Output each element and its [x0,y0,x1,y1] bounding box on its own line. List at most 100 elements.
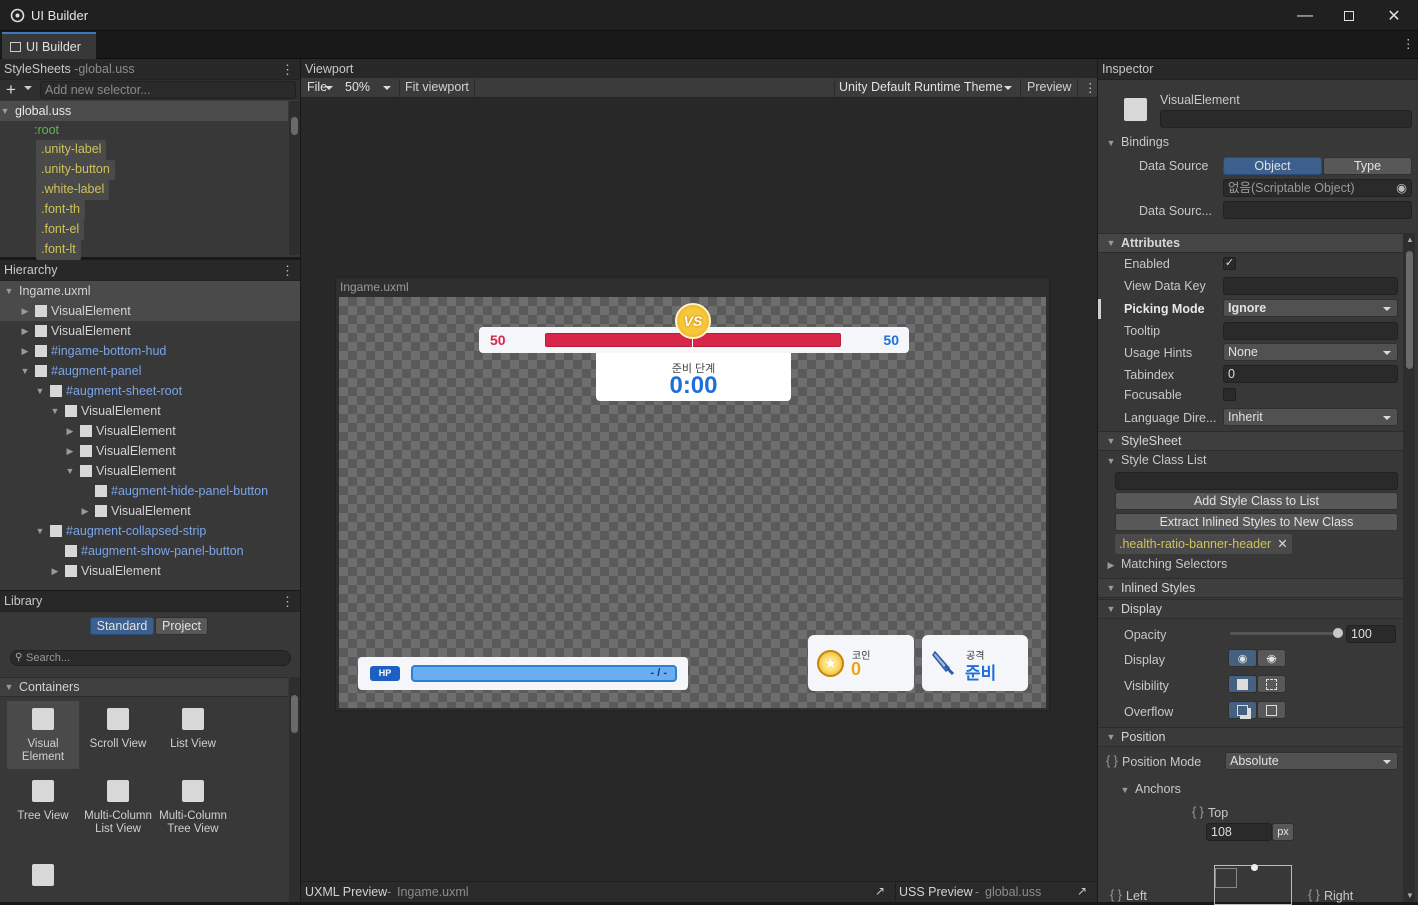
data-source-type-tab[interactable]: Type [1323,157,1412,175]
style-class-input[interactable] [1115,472,1398,490]
selector-font-el[interactable]: .font-el [36,220,85,240]
top-input[interactable]: 108 [1206,823,1272,841]
stylesheets-menu-icon[interactable]: ⋮ [281,62,294,78]
library-scrollbar[interactable] [289,677,300,902]
open-external-icon[interactable]: ↗ [875,884,885,898]
anchor-widget[interactable] [1214,864,1292,905]
file-menu[interactable]: File [303,79,339,97]
hierarchy-menu-icon[interactable]: ⋮ [281,263,294,279]
expand-arrow-icon[interactable]: ▼ [0,106,10,116]
data-source-object-tab[interactable]: Object [1223,157,1322,175]
selector-font-lt[interactable]: .font-lt [36,240,81,260]
view-data-key-input[interactable] [1223,277,1398,295]
tree-item[interactable]: ▼ #augment-collapsed-strip [0,521,300,541]
tabindex-input[interactable]: 0 [1223,365,1398,383]
extract-inlined-styles-button[interactable]: Extract Inlined Styles to New Class [1115,513,1398,531]
game-canvas[interactable]: 50 50 VS 준비 단계 0:00 HP - / - ★ 코인 0 공격 준… [339,297,1046,708]
open-external-icon[interactable]: ↗ [1077,884,1087,898]
minimize-button[interactable]: — [1282,0,1328,31]
window-menu-icon[interactable]: ⋮ [1402,36,1415,51]
data-source-path-input[interactable] [1223,201,1412,219]
opacity-input[interactable]: 100 [1346,625,1396,643]
library-tile-multi-column-tree-view[interactable]: Multi-Column Tree View [157,780,229,836]
tree-item[interactable]: ▶ VisualElement [0,301,300,321]
selector-unity-button[interactable]: .unity-button [36,160,115,180]
tree-item[interactable]: #augment-hide-panel-button [0,481,300,501]
library-tile-list-view[interactable]: List View [157,708,229,751]
visibility-hidden-button[interactable] [1257,675,1286,693]
maximize-button[interactable] [1326,0,1372,31]
remove-class-icon[interactable]: ✕ [1277,537,1287,551]
element-name-input[interactable] [1160,110,1412,128]
library-search-input[interactable]: ⚲ Search... [10,650,291,666]
uss-preview-title[interactable]: USS Preview [899,885,973,899]
tree-item[interactable]: ▶ VisualElement [0,441,300,461]
uxml-preview-title[interactable]: UXML Preview [305,885,387,899]
display-flex-button[interactable]: ◉ [1228,649,1257,667]
language-direction-dropdown[interactable]: Inherit [1223,408,1398,426]
picking-mode-dropdown[interactable]: Ignore [1223,299,1398,317]
tab-standard[interactable]: Standard [90,617,154,635]
enabled-checkbox[interactable]: ✓ [1223,257,1236,270]
add-stylesheet-icon[interactable]: + [6,80,16,100]
overflow-hidden-button[interactable] [1257,701,1286,719]
tree-item[interactable]: ▶ #ingame-bottom-hud [0,341,300,361]
class-tag[interactable]: .health-ratio-banner-header ✕ [1115,534,1292,554]
selector-input[interactable]: Add new selector... [40,81,296,99]
stylesheet-section[interactable]: ▼ StyleSheet [1098,431,1403,451]
matching-selectors-foldout[interactable]: ▶ Matching Selectors [1106,557,1228,571]
stylesheet-root-row[interactable]: ▼ global.uss [0,101,288,121]
object-picker-icon[interactable]: ◉ [1396,180,1407,196]
library-tile-multi-column-list-view[interactable]: Multi-Column List View [82,780,154,836]
tooltip-input[interactable] [1223,322,1398,340]
display-none-button[interactable]: ◉ [1257,649,1286,667]
library-tile-tree-view[interactable]: Tree View [7,780,79,823]
selector-font-th[interactable]: .font-th [36,200,85,220]
hierarchy-root[interactable]: ▼ Ingame.uxml [0,281,300,301]
opacity-slider[interactable] [1230,628,1343,638]
data-source-object-field[interactable]: 없음(Scriptable Object) ◉ [1223,179,1412,197]
theme-dropdown[interactable]: Unity Default Runtime Theme [834,79,1018,97]
top-unit-button[interactable]: px [1272,823,1294,841]
library-menu-icon[interactable]: ⋮ [281,594,294,610]
chevron-down-icon[interactable] [24,86,32,90]
tree-item[interactable]: ▼ VisualElement [0,401,300,421]
library-tile-more[interactable] [7,864,79,894]
inlined-styles-section[interactable]: ▼ Inlined Styles [1098,578,1403,598]
focusable-checkbox[interactable] [1223,388,1236,401]
inspector-scrollbar[interactable]: ▲ ▼ [1403,233,1415,902]
zoom-dropdown[interactable]: 50% [341,79,397,97]
tree-item[interactable]: ▶ VisualElement [0,421,300,441]
style-class-list-foldout[interactable]: ▼ Style Class List [1106,453,1207,467]
attributes-section[interactable]: ▼ Attributes [1098,233,1403,253]
visibility-visible-button[interactable] [1228,675,1257,693]
overflow-visible-button[interactable] [1228,701,1257,719]
usage-hints-dropdown[interactable]: None [1223,343,1398,361]
bindings-foldout[interactable]: ▼ Bindings [1106,135,1169,149]
viewport-menu-icon[interactable]: ⋮ [1084,80,1097,95]
selector-root[interactable]: :root [34,123,59,137]
display-section[interactable]: ▼ Display [1098,599,1403,619]
fit-viewport-button[interactable]: Fit viewport [399,79,475,97]
add-style-class-button[interactable]: Add Style Class to List [1115,492,1398,510]
tree-item[interactable]: ▼ #augment-sheet-root [0,381,300,401]
tree-item[interactable]: ▶ VisualElement [0,561,300,581]
position-section[interactable]: ▼ Position [1098,727,1403,747]
anchors-foldout[interactable]: ▼ Anchors [1120,782,1181,796]
library-tile-visual-element[interactable]: Visual Element [7,701,79,769]
position-mode-dropdown[interactable]: Absolute [1225,752,1398,770]
tree-item[interactable]: ▶ VisualElement [0,501,300,521]
tree-item[interactable]: ▶ VisualElement [0,321,300,341]
tree-item[interactable]: ▼ #augment-panel [0,361,300,381]
tab-project[interactable]: Project [155,617,208,635]
library-tile-scroll-view[interactable]: Scroll View [82,708,154,751]
selector-white-label[interactable]: .white-label [36,180,110,200]
stylesheets-scrollbar[interactable] [289,101,300,255]
tree-item[interactable]: #augment-show-panel-button [0,541,300,561]
preview-button[interactable]: Preview [1020,79,1079,97]
tab-ui-builder[interactable]: UI Builder [2,32,96,59]
selector-unity-label[interactable]: .unity-label [36,140,107,160]
tree-item[interactable]: ▼ VisualElement [0,461,300,481]
close-button[interactable]: ✕ [1371,0,1417,31]
containers-group[interactable]: ▼ Containers [0,677,288,697]
